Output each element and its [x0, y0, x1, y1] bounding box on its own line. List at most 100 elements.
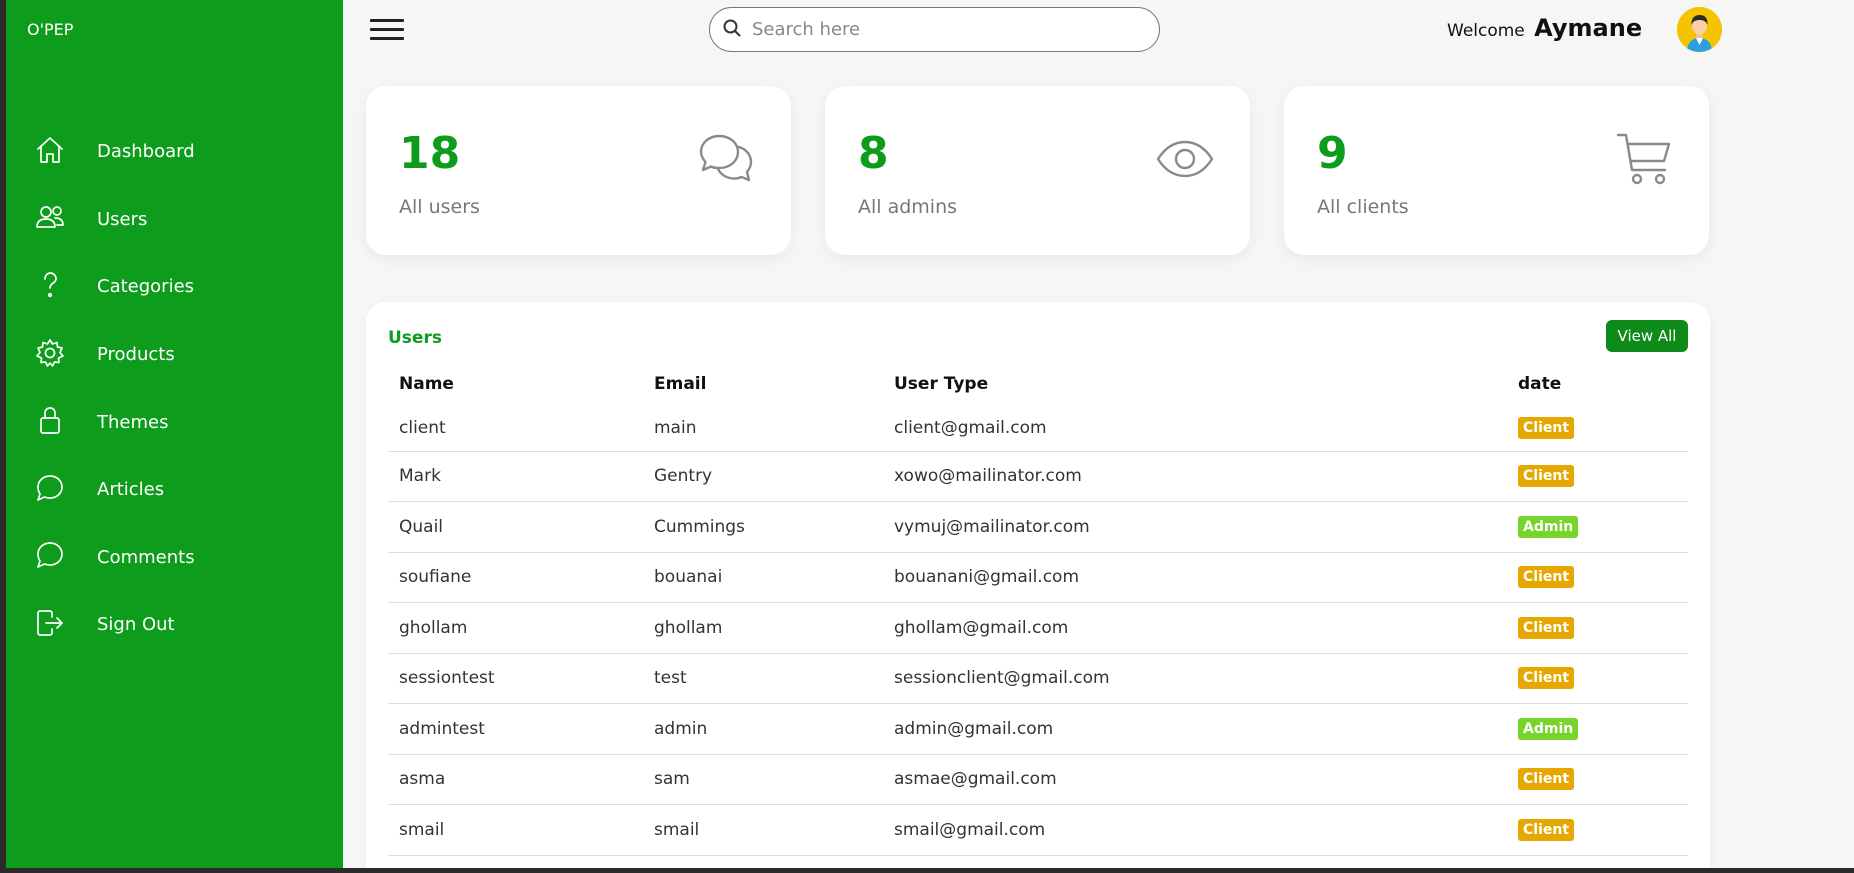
- user-name-cell: admintest: [388, 703, 643, 755]
- avatar[interactable]: [1677, 7, 1722, 52]
- sidebar-item-label: Themes: [97, 411, 169, 433]
- user-email-cell: admin: [643, 703, 883, 755]
- user-name-cell: Quail: [388, 501, 643, 553]
- brand-name: O'PEP: [27, 20, 74, 39]
- users-panel: Users View All Name Email User Type date…: [366, 302, 1710, 868]
- stat-label: All clients: [1317, 196, 1409, 218]
- user-name-cell: ghollam: [388, 602, 643, 654]
- users-table: Name Email User Type date client main clie…: [388, 362, 1688, 856]
- sidebar-item-sign-out[interactable]: Sign Out: [6, 591, 343, 659]
- table-row: sessiontest test sessionclient@gmail.com Cl…: [388, 653, 1688, 704]
- role-badge: Client: [1518, 818, 1575, 841]
- table-row: asma sam asmae@gmail.com Client: [388, 754, 1688, 805]
- user-name-cell: client: [388, 406, 643, 452]
- column-header: Name: [399, 374, 454, 394]
- sidebar-item-users[interactable]: Users: [6, 186, 343, 254]
- stat-label: All admins: [858, 196, 958, 218]
- role-badge: Client: [1518, 465, 1575, 488]
- sidebar-item-articles[interactable]: Articles: [6, 456, 343, 524]
- sidebar-item-comments[interactable]: Comments: [6, 524, 343, 592]
- stat-value: 8: [858, 128, 889, 179]
- sidebar-item-categories[interactable]: Categories: [6, 253, 343, 321]
- user-email-cell: Cummings: [643, 501, 883, 553]
- column-header: Email: [654, 374, 707, 394]
- user-name-cell: asma: [388, 754, 643, 805]
- stat-card-all-admins: 8 All admins: [825, 86, 1250, 255]
- sidebar-item-label: Comments: [97, 546, 195, 568]
- window-frame-bottom: [0, 868, 1854, 873]
- user-type-cell: vymuj@mailinator.com: [883, 501, 1507, 553]
- table-row: Quail Cummings vymuj@mailinator.com Admin: [388, 501, 1688, 553]
- column-header: date: [1518, 374, 1562, 394]
- search-input[interactable]: [752, 19, 1132, 40]
- role-badge: Admin: [1518, 515, 1579, 538]
- users-icon: [34, 201, 66, 237]
- lock-icon: [34, 404, 66, 440]
- sidebar: O'PEP Dashboard Users Categories Product…: [6, 0, 343, 868]
- chatbubbles-icon: [699, 134, 753, 182]
- user-email-cell: smail: [643, 804, 883, 856]
- sidebar-item-label: Sign Out: [97, 614, 175, 636]
- sidebar-item-label: Dashboard: [97, 141, 195, 163]
- user-date-cell: Client: [1507, 754, 1688, 805]
- sidebar-item-dashboard[interactable]: Dashboard: [6, 118, 343, 186]
- user-type-cell: smail@gmail.com: [883, 804, 1507, 856]
- user-email-cell: main: [643, 406, 883, 452]
- user-name: Aymane: [1534, 14, 1643, 42]
- role-badge: Client: [1518, 616, 1575, 639]
- user-type-cell: ghollam@gmail.com: [883, 602, 1507, 654]
- panel-title: Users: [388, 328, 442, 348]
- user-type-cell: admin@gmail.com: [883, 703, 1507, 755]
- sidebar-item-label: Categories: [97, 276, 195, 298]
- welcome-label: Welcome: [1447, 21, 1525, 41]
- user-type-cell: sessionclient@gmail.com: [883, 653, 1507, 704]
- stat-card-all-users: 18 All users: [366, 86, 791, 255]
- chat-icon: [34, 472, 66, 508]
- stat-value: 9: [1317, 128, 1348, 179]
- user-email-cell: ghollam: [643, 602, 883, 654]
- sidebar-item-label: Articles: [97, 479, 165, 501]
- user-name-cell: smail: [388, 804, 643, 856]
- table-row: client main client@gmail.com Client: [388, 406, 1688, 452]
- sidebar-item-label: Products: [97, 344, 175, 366]
- eye-icon: [1156, 140, 1214, 178]
- user-date-cell: Client: [1507, 552, 1688, 603]
- users-table-body: client main client@gmail.com Client Mark Gent…: [388, 406, 1688, 856]
- table-header-row: Name Email User Type date: [388, 362, 1688, 406]
- user-name-cell: Mark: [388, 451, 643, 502]
- user-date-cell: Client: [1507, 804, 1688, 856]
- user-email-cell: sam: [643, 754, 883, 805]
- user-type-cell: asmae@gmail.com: [883, 754, 1507, 805]
- role-badge: Client: [1518, 417, 1575, 440]
- user-name-cell: soufiane: [388, 552, 643, 603]
- table-row: soufiane bouanai bouanani@gmail.com Client: [388, 552, 1688, 603]
- table-row: Mark Gentry xowo@mailinator.com Client: [388, 451, 1688, 502]
- search-box: [709, 7, 1160, 52]
- user-date-cell: Client: [1507, 406, 1688, 452]
- welcome-message: Welcome Aymane: [1447, 14, 1642, 42]
- sidebar-item-products[interactable]: Products: [6, 321, 343, 389]
- user-date-cell: Client: [1507, 451, 1688, 502]
- stat-value: 18: [399, 128, 461, 179]
- user-type-cell: bouanani@gmail.com: [883, 552, 1507, 603]
- sidebar-item-label: Users: [97, 208, 148, 230]
- search-icon: [710, 18, 742, 42]
- user-avatar-icon: [1677, 7, 1722, 52]
- role-badge: Client: [1518, 768, 1575, 791]
- sidebar-item-themes[interactable]: Themes: [6, 388, 343, 456]
- topbar: Welcome Aymane: [343, 0, 1854, 60]
- role-badge: Client: [1518, 667, 1575, 690]
- table-row: smail smail smail@gmail.com Client: [388, 804, 1688, 856]
- menu-toggle-button[interactable]: [370, 19, 404, 41]
- view-all-button[interactable]: View All: [1606, 320, 1688, 352]
- user-date-cell: Client: [1507, 602, 1688, 654]
- menu-bar: [370, 37, 404, 40]
- user-type-cell: xowo@mailinator.com: [883, 451, 1507, 502]
- user-date-cell: Admin: [1507, 703, 1688, 755]
- gear-icon: [34, 337, 66, 373]
- user-email-cell: test: [643, 653, 883, 704]
- user-email-cell: Gentry: [643, 451, 883, 502]
- column-header: User Type: [894, 374, 989, 394]
- role-badge: Admin: [1518, 717, 1579, 740]
- user-date-cell: Client: [1507, 653, 1688, 704]
